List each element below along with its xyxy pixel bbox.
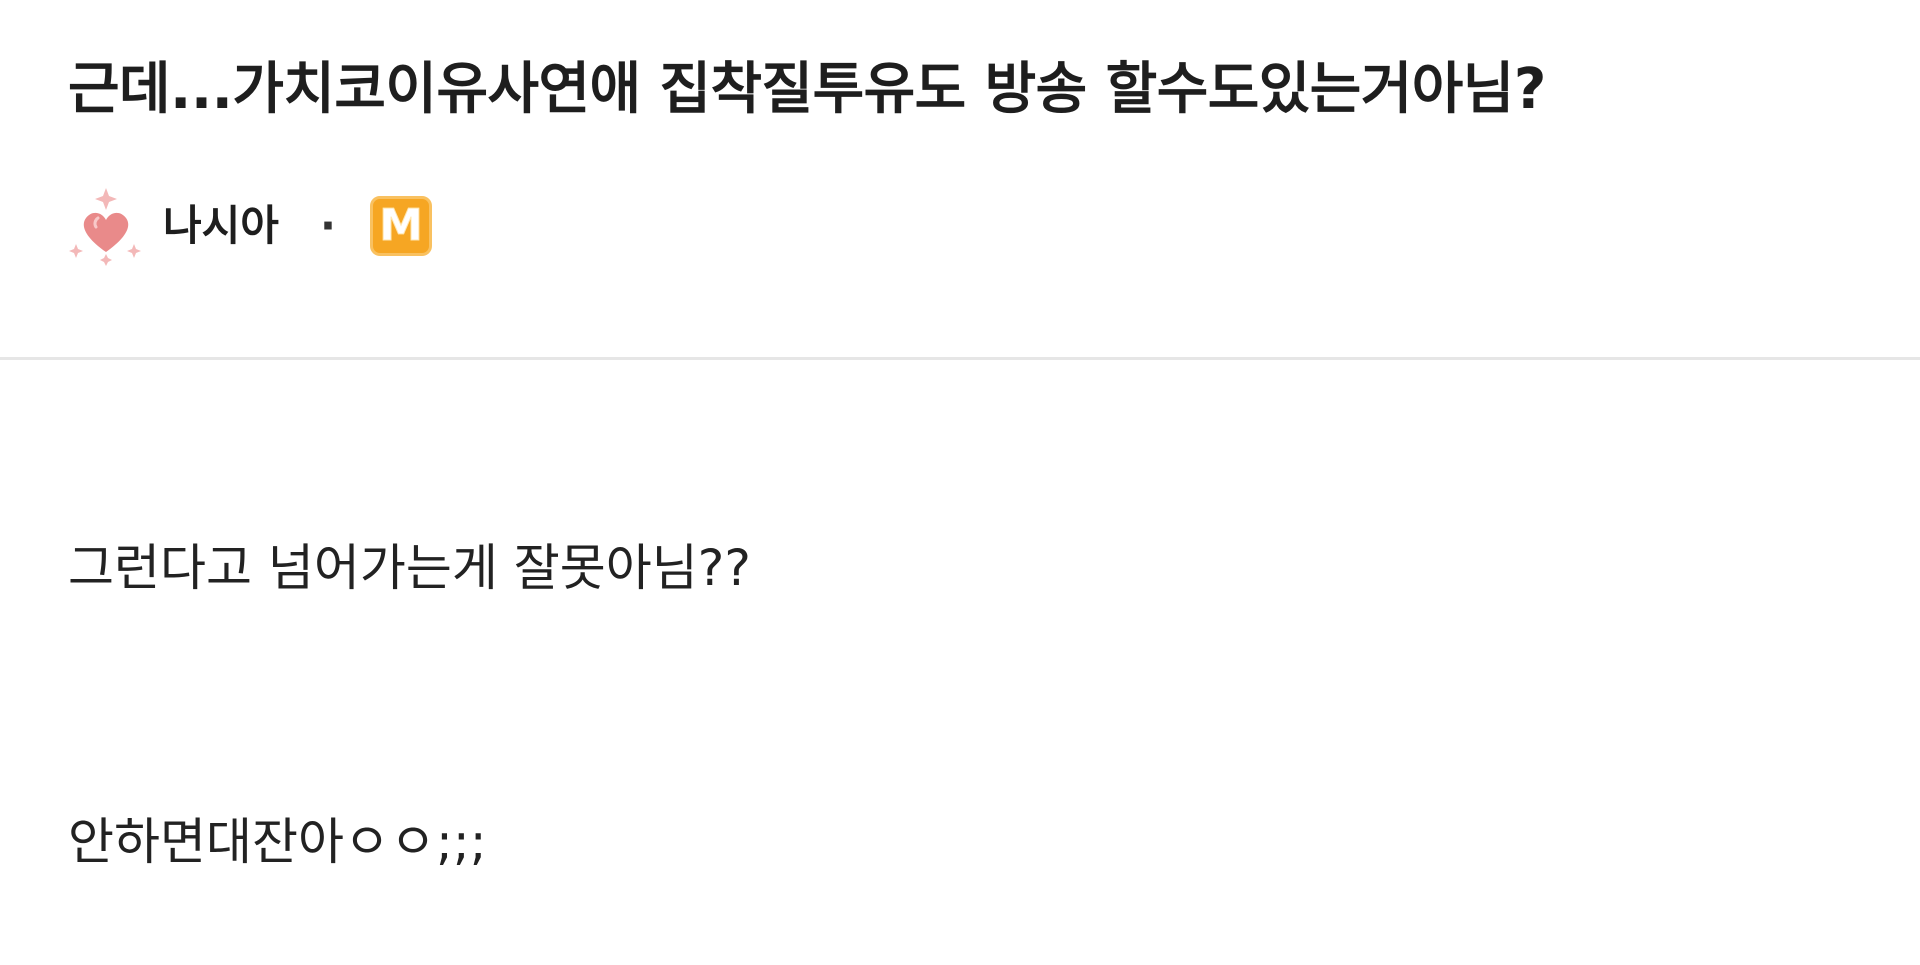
author-avatar[interactable]	[68, 186, 144, 266]
level-badge-label: M	[379, 200, 424, 251]
author-name[interactable]: 나시아	[163, 186, 279, 266]
body-paragraph: 그런다고 넘어가는게 잘못아님??	[68, 539, 751, 597]
post-view: 근데...가치코이유사연애 집착질투유도 방송 할수도있는거아님? 나시아 · …	[0, 0, 1920, 965]
body-paragraph: 안하면대잔아ㅇㅇ;;;	[68, 813, 487, 871]
meta-separator: ·	[320, 201, 336, 250]
post-title: 근데...가치코이유사연애 집착질투유도 방송 할수도있는거아님?	[68, 57, 1546, 122]
post-header: 근데...가치코이유사연애 집착질투유도 방송 할수도있는거아님? 나시아 · …	[0, 0, 1920, 360]
heart-sparkle-icon	[69, 188, 141, 266]
level-badge: M	[370, 196, 432, 256]
